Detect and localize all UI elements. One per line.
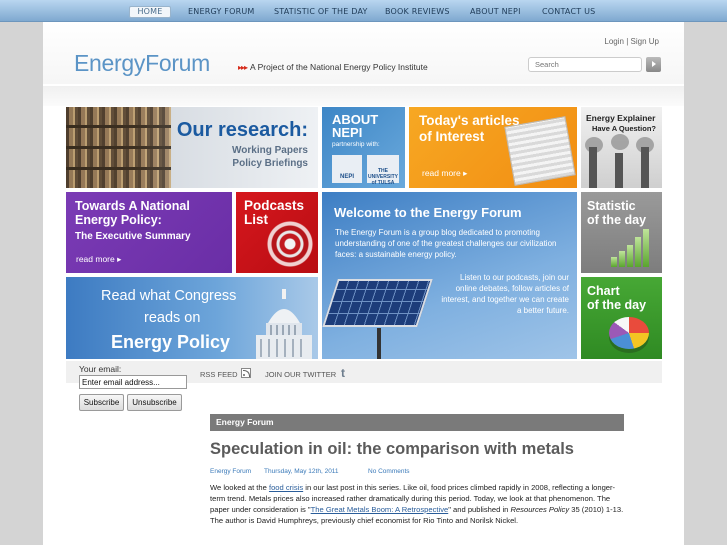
post-body: We looked at the food crisis in our last… bbox=[210, 483, 624, 525]
today-title: Today's articles of Interest bbox=[419, 113, 520, 144]
capitol-dome-icon bbox=[256, 289, 312, 359]
nav-book-reviews[interactable]: BOOK REVIEWS bbox=[385, 6, 450, 18]
nav-statistic-of-the-day[interactable]: STATISTIC OF THE DAY bbox=[274, 6, 368, 18]
email-field[interactable] bbox=[79, 375, 187, 389]
welcome-title: Welcome to the Energy Forum bbox=[334, 205, 522, 220]
research-line-2: Policy Briefings bbox=[232, 158, 308, 169]
page-container: EnergyForum ▸▸▸ A Project of the National… bbox=[43, 22, 684, 545]
search-button[interactable] bbox=[646, 57, 661, 72]
explainer-title: Energy Explainer bbox=[586, 113, 656, 123]
explainer-subtitle: Have A Question? bbox=[591, 124, 656, 133]
tile-energy-explainer[interactable]: Energy Explainer Have A Question? bbox=[581, 107, 662, 188]
national-read-more[interactable]: read more ▸ bbox=[76, 254, 121, 265]
national-title: Towards A National Energy Policy: bbox=[75, 199, 190, 227]
welcome-text-1: The Energy Forum is a group blog dedicat… bbox=[335, 228, 557, 259]
smoke-image bbox=[611, 134, 629, 150]
welcome-text-2: Listen to our podcasts, join our online … bbox=[441, 273, 569, 315]
speaker-icon bbox=[267, 221, 313, 267]
bar-chart-icon bbox=[627, 245, 633, 267]
smokestack-image bbox=[589, 147, 597, 188]
signup-link[interactable]: Sign Up bbox=[631, 37, 659, 46]
smokestack-image bbox=[615, 153, 623, 188]
research-title: Our research: bbox=[176, 119, 308, 141]
statday-title: Statistic of the day bbox=[587, 199, 647, 227]
tile-about-nepi[interactable]: ABOUT NEPI partnership with: NEPI THE UNIV… bbox=[322, 107, 405, 188]
research-line-1: Working Papers bbox=[232, 145, 308, 156]
congress-line-1: Read what Congress bbox=[101, 288, 237, 304]
nav-energy-forum[interactable]: ENERGY FORUM bbox=[188, 6, 255, 18]
subscribe-button[interactable]: Subscribe bbox=[79, 394, 124, 411]
bar-chart-icon bbox=[619, 251, 625, 267]
account-link-separator: | bbox=[626, 37, 629, 46]
smokestack-image bbox=[641, 147, 649, 188]
bar-chart-icon bbox=[611, 257, 617, 267]
solar-panel-pole bbox=[377, 328, 381, 359]
twitter-icon[interactable]: t bbox=[341, 367, 351, 379]
rss-feed-link[interactable]: RSS FEED bbox=[200, 370, 238, 379]
about-title: ABOUT NEPI bbox=[332, 112, 379, 140]
nav-contact-us[interactable]: CONTACT US bbox=[542, 6, 595, 18]
bar-chart-icon bbox=[635, 237, 641, 267]
bookshelf-image bbox=[66, 107, 171, 188]
login-link[interactable]: Login bbox=[604, 37, 624, 46]
tagline-text: A Project of the National Energy Policy … bbox=[250, 62, 428, 72]
post-date: Thursday, May 12th, 2011 bbox=[264, 468, 339, 475]
nepi-logo: NEPI bbox=[332, 155, 362, 183]
metals-boom-link[interactable]: The Great Metals Boom: A Retrospective bbox=[311, 505, 449, 514]
today-read-more[interactable]: read more ▸ bbox=[422, 168, 467, 179]
site-logo[interactable]: EnergyForum bbox=[74, 50, 210, 77]
solar-panel-image bbox=[322, 279, 433, 327]
about-partnership: partnership with: bbox=[332, 141, 380, 148]
post-title[interactable]: Speculation in oil: the comparison with … bbox=[210, 440, 574, 459]
congress-line-3: Energy Policy bbox=[111, 332, 231, 352]
email-label: Your email: bbox=[79, 364, 122, 374]
congress-line-2: reads on bbox=[144, 310, 201, 326]
twitter-link[interactable]: JOIN OUR TWITTER bbox=[265, 370, 336, 379]
bar-chart-icon bbox=[643, 229, 649, 267]
arrows-icon: ▸▸▸ bbox=[238, 63, 248, 72]
tile-chart-of-the-day[interactable]: Chart of the day bbox=[581, 277, 662, 359]
national-subtitle: The Executive Summary bbox=[75, 231, 191, 242]
nav-home[interactable]: HOME bbox=[129, 6, 171, 18]
unsubscribe-button[interactable]: Unsubscribe bbox=[127, 394, 182, 411]
tile-our-research[interactable]: Our research: Working Papers Policy Brie… bbox=[66, 107, 318, 188]
chartday-title: Chart of the day bbox=[587, 284, 647, 312]
nav-about-nepi[interactable]: ABOUT NEPI bbox=[470, 6, 521, 18]
food-crisis-link[interactable]: food crisis bbox=[269, 483, 303, 492]
tile-national-energy-policy[interactable]: Towards A National Energy Policy: The Exe… bbox=[66, 192, 232, 273]
account-links: Login | Sign Up bbox=[604, 37, 659, 46]
tagline: ▸▸▸ A Project of the National Energy Poli… bbox=[238, 62, 428, 72]
tile-podcasts-list[interactable]: Podcasts List bbox=[236, 192, 318, 273]
site-header: EnergyForum ▸▸▸ A Project of the National… bbox=[43, 22, 684, 84]
search-input[interactable] bbox=[528, 57, 642, 72]
header-stripe bbox=[43, 86, 684, 106]
post-comments-link[interactable]: No Comments bbox=[368, 468, 410, 475]
post-author[interactable]: Energy Forum bbox=[210, 468, 251, 475]
tile-todays-articles[interactable]: Today's articles of Interest read more ▸ bbox=[409, 107, 577, 188]
tile-congress-energy-policy[interactable]: Read what Congress reads on Energy Polic… bbox=[66, 277, 318, 359]
rss-icon[interactable] bbox=[241, 368, 251, 378]
pie-chart-icon bbox=[609, 317, 649, 349]
tulsa-logo: THE UNIVERSITY of TULSA bbox=[367, 155, 399, 186]
tile-statistic-of-the-day[interactable]: Statistic of the day bbox=[581, 192, 662, 273]
section-header: Energy Forum bbox=[210, 414, 624, 431]
main-nav: HOME ENERGY FORUM STATISTIC OF THE DAY B… bbox=[0, 0, 727, 22]
tile-welcome: Welcome to the Energy Forum The Energy F… bbox=[322, 192, 577, 359]
